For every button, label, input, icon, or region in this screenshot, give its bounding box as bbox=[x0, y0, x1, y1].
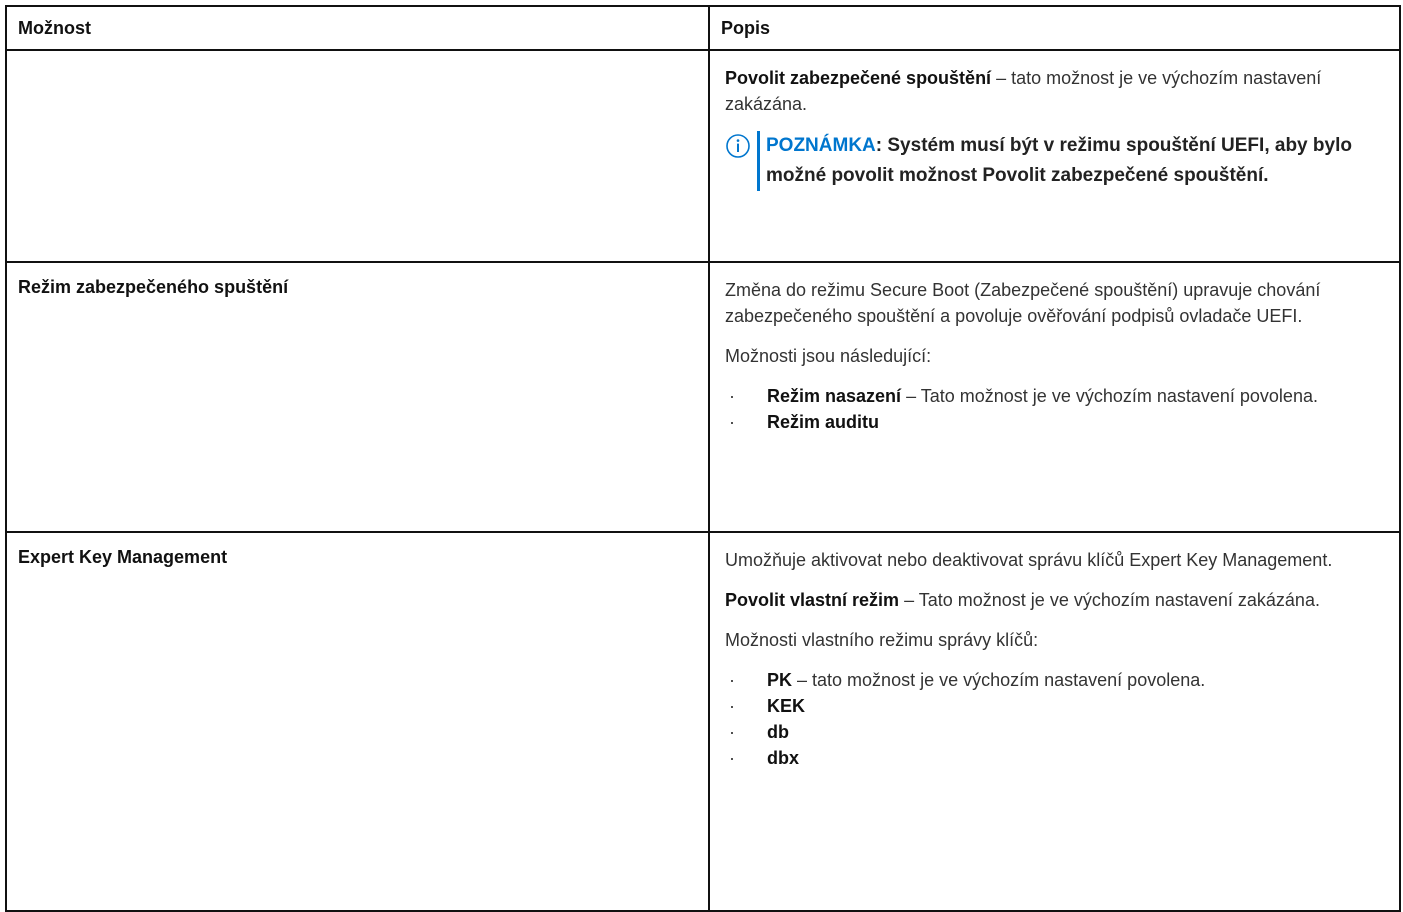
table-row: Režim zabezpečeného spuštění Změna do re… bbox=[5, 261, 1401, 533]
setting-name: Povolit zabezpečené spouštění bbox=[725, 68, 992, 88]
info-circle-icon bbox=[726, 134, 750, 158]
list-item-name: Režim auditu bbox=[767, 412, 880, 432]
bullet: · bbox=[729, 412, 735, 432]
list-item: · PK – tato možnost je ve výchozím nastav… bbox=[725, 667, 1385, 693]
description-cell: Změna do režimu Secure Boot (Zabezpečené… bbox=[708, 261, 1401, 533]
table-header-row: Možnost Popis bbox=[5, 5, 1401, 51]
options-list: · Režim nasazení – Tato možnost je ve výc… bbox=[725, 383, 1385, 435]
bullet: · bbox=[729, 386, 735, 406]
description-paragraph: Možnosti jsou následující: bbox=[725, 346, 932, 366]
list-item: · KEK bbox=[725, 693, 1385, 719]
list-item: · dbx bbox=[725, 745, 1385, 771]
options-table: Možnost Popis Povolit zabezpečené spoušt… bbox=[5, 5, 1401, 912]
bullet: · bbox=[729, 722, 735, 742]
note-label: POZNÁMKA bbox=[766, 135, 876, 156]
note-box: POZNÁMKA: Systém musí být v režimu spouš… bbox=[725, 131, 1385, 191]
list-item-name: db bbox=[767, 722, 789, 742]
header-option: Možnost bbox=[5, 5, 710, 51]
description-cell: Umožňuje aktivovat nebo deaktivovat sprá… bbox=[708, 531, 1401, 912]
list-item-name: KEK bbox=[767, 696, 806, 716]
option-cell: Režim zabezpečeného spuštění bbox=[5, 261, 710, 533]
note-text: POZNÁMKA: Systém musí být v režimu spouš… bbox=[757, 131, 1385, 191]
list-item-description: – tato možnost je ve výchozím nastavení … bbox=[792, 670, 1206, 690]
options-list: · PK – tato možnost je ve výchozím nastav… bbox=[725, 667, 1385, 771]
description-paragraph: Povolit vlastní režim – Tato možnost je … bbox=[725, 587, 1385, 613]
bullet: · bbox=[729, 696, 735, 716]
option-cell bbox=[5, 49, 710, 263]
description-cell: Povolit zabezpečené spouštění – tato mož… bbox=[708, 49, 1401, 263]
bullet: · bbox=[729, 670, 735, 690]
list-item: · Režim auditu bbox=[725, 409, 1385, 435]
description-paragraph: Možnosti vlastního režimu správy klíčů: bbox=[725, 630, 1039, 650]
table-row: Expert Key Management Umožňuje aktivovat… bbox=[5, 531, 1401, 912]
description-paragraph: Povolit zabezpečené spouštění – tato mož… bbox=[725, 65, 1385, 117]
bullet: · bbox=[729, 748, 735, 768]
list-item-name: Režim nasazení bbox=[767, 386, 902, 406]
option-cell: Expert Key Management bbox=[5, 531, 710, 912]
list-item-name: PK bbox=[767, 670, 793, 690]
table-row: Povolit zabezpečené spouštění – tato mož… bbox=[5, 49, 1401, 263]
list-item-name: dbx bbox=[767, 748, 800, 768]
setting-name: Povolit vlastní režim bbox=[725, 590, 900, 610]
list-item: · Režim nasazení – Tato možnost je ve výc… bbox=[725, 383, 1385, 409]
description-paragraph: Umožňuje aktivovat nebo deaktivovat sprá… bbox=[725, 550, 1333, 570]
list-item: · db bbox=[725, 719, 1385, 745]
setting-description: – Tato možnost je ve výchozím nastavení … bbox=[899, 590, 1320, 610]
description-paragraph: Změna do režimu Secure Boot (Zabezpečené… bbox=[725, 280, 1321, 326]
list-item-description: – Tato možnost je ve výchozím nastavení … bbox=[901, 386, 1318, 406]
header-description: Popis bbox=[708, 5, 1401, 51]
